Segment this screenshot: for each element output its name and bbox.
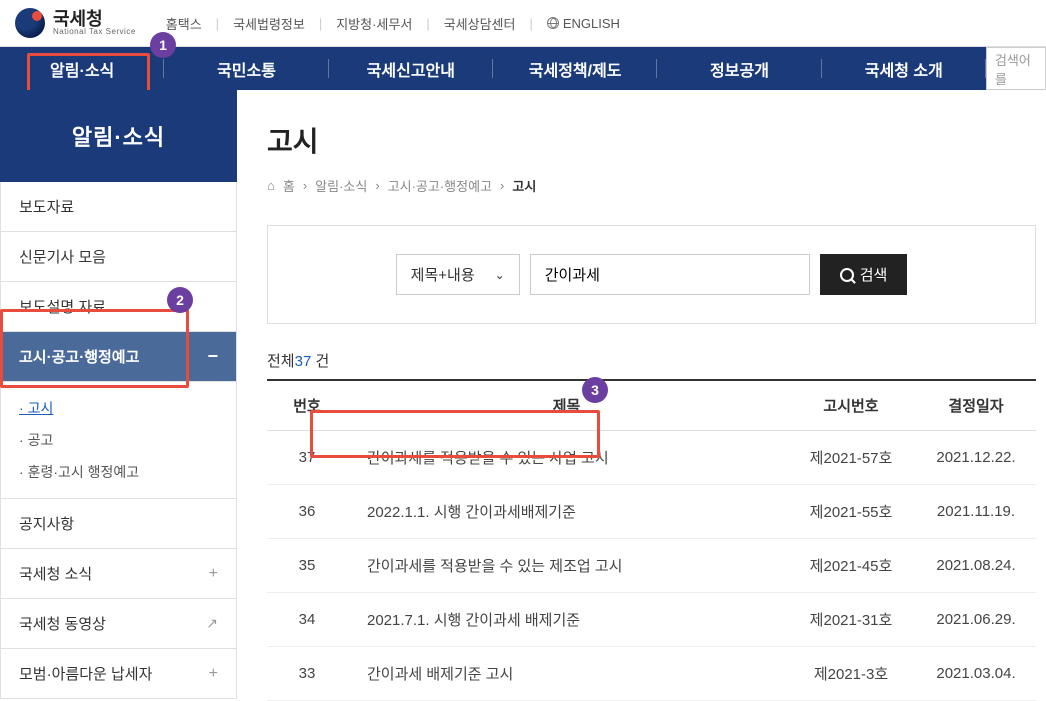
globe-icon	[547, 17, 559, 29]
top-header: 국세청 National Tax Service 홈택스 | 국세법령정보 | …	[0, 0, 1046, 47]
row-title[interactable]: 2021.7.1. 시행 간이과세 배제기준	[347, 593, 786, 647]
total-count: 전체37 건	[267, 350, 1036, 371]
expand-icon: +	[209, 565, 218, 583]
sidebar-item-announce[interactable]: 공지사항	[0, 499, 237, 549]
row-title[interactable]: 2022.1.1. 시행 간이과세배제기준	[347, 485, 786, 539]
search-scope-select[interactable]: 제목+내용 ⌄	[396, 254, 520, 295]
sidebar-item-taxpayer[interactable]: 모범·아름다운 납세자+	[0, 649, 237, 699]
col-title: 제목	[347, 380, 786, 431]
col-date: 결정일자	[916, 380, 1036, 431]
table-row[interactable]: 37 간이과세를 적용받을 수 있는 사업 고시 제2021-57호 2021.…	[267, 431, 1036, 485]
collapse-icon: −	[207, 346, 218, 367]
sidebar-item-newspaper[interactable]: 신문기사 모음	[0, 232, 237, 282]
top-links: 홈택스 | 국세법령정보 | 지방청·세무서 | 국세상담센터 | ENGLIS…	[166, 14, 620, 33]
logo[interactable]: 국세청 National Tax Service	[15, 8, 136, 38]
nav-communication[interactable]: 국민소통	[164, 47, 328, 90]
top-link-hometax[interactable]: 홈택스	[166, 14, 202, 33]
main-nav: 알림·소식 국민소통 국세신고안내 국세정책/제도 정보공개 국세청 소개 검색…	[0, 47, 1046, 90]
search-box: 제목+내용 ⌄ 검색	[267, 225, 1036, 324]
home-icon[interactable]: ⌂	[267, 178, 275, 193]
sidebar-item-notice[interactable]: 고시·공고·행정예고−	[0, 332, 237, 382]
data-table: 번호 제목 고시번호 결정일자 37 간이과세를 적용받을 수 있는 사업 고시…	[267, 379, 1036, 701]
top-link-english[interactable]: ENGLISH	[547, 16, 620, 31]
sidebar-item-press-explain[interactable]: 보도설명 자료	[0, 282, 237, 332]
sidebar-item-video[interactable]: 국세청 동영상↗	[0, 599, 237, 649]
sidebar-sub-gosi[interactable]: · 고시	[19, 392, 236, 424]
col-no: 번호	[267, 380, 347, 431]
nav-disclosure[interactable]: 정보공개	[657, 47, 821, 90]
breadcrumb: ⌂ 홈 › 알림·소식 › 고시·공고·행정예고 › 고시	[267, 176, 1036, 195]
nav-about[interactable]: 국세청 소개	[822, 47, 986, 90]
sidebar: 알림·소식 보도자료 신문기사 모음 보도설명 자료 고시·공고·행정예고− ·…	[0, 90, 237, 701]
logo-icon	[15, 8, 45, 38]
sidebar-title: 알림·소식	[0, 90, 237, 182]
page-title: 고시	[267, 120, 1036, 160]
search-button[interactable]: 검색	[820, 254, 908, 295]
search-icon	[840, 268, 854, 282]
sidebar-item-press[interactable]: 보도자료	[0, 182, 237, 232]
row-title[interactable]: 간이과세를 적용받을 수 있는 사업 고시	[347, 431, 786, 485]
col-code: 고시번호	[786, 380, 916, 431]
top-link-office[interactable]: 지방청·세무서	[336, 14, 412, 33]
nav-news[interactable]: 알림·소식	[0, 47, 164, 90]
table-row[interactable]: 36 2022.1.1. 시행 간이과세배제기준 제2021-55호 2021.…	[267, 485, 1036, 539]
table-row[interactable]: 33 간이과세 배제기준 고시 제2021-3호 2021.03.04.	[267, 647, 1036, 701]
top-link-consult[interactable]: 국세상담센터	[444, 14, 516, 33]
logo-text-en: National Tax Service	[53, 28, 136, 36]
table-row[interactable]: 35 간이과세를 적용받을 수 있는 제조업 고시 제2021-45호 2021…	[267, 539, 1036, 593]
nav-search-input[interactable]: 검색어를	[986, 47, 1046, 90]
sidebar-item-nts-news[interactable]: 국세청 소식+	[0, 549, 237, 599]
nav-policy[interactable]: 국세정책/제도	[493, 47, 657, 90]
top-link-law[interactable]: 국세법령정보	[233, 14, 305, 33]
sidebar-sub-hunryeong[interactable]: · 훈령·고시 행정예고	[19, 456, 236, 488]
expand-icon: +	[209, 665, 218, 683]
chevron-down-icon: ⌄	[495, 268, 505, 282]
nav-tax-guide[interactable]: 국세신고안내	[329, 47, 493, 90]
table-row[interactable]: 34 2021.7.1. 시행 간이과세 배제기준 제2021-31호 2021…	[267, 593, 1036, 647]
row-title[interactable]: 간이과세 배제기준 고시	[347, 647, 786, 701]
search-input[interactable]	[530, 254, 810, 295]
main-content: 고시 ⌂ 홈 › 알림·소식 › 고시·공고·행정예고 › 고시 제목+내용 ⌄	[237, 90, 1046, 701]
external-link-icon: ↗	[206, 615, 218, 632]
sidebar-sub-gonggo[interactable]: · 공고	[19, 424, 236, 456]
row-title[interactable]: 간이과세를 적용받을 수 있는 제조업 고시	[347, 539, 786, 593]
logo-text-ko: 국세청	[53, 10, 136, 28]
